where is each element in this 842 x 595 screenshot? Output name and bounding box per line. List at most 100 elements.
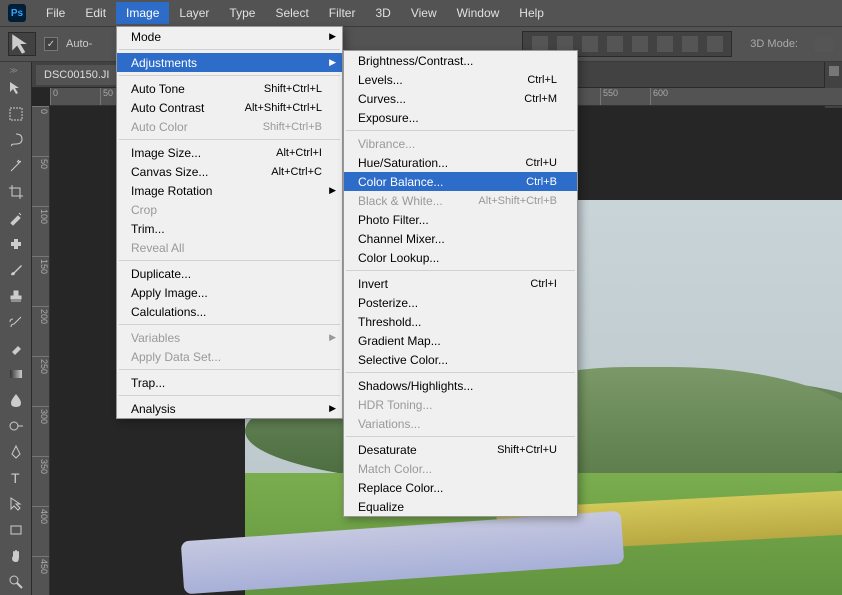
menu-item-label: Black & White... bbox=[358, 194, 443, 208]
menu-file[interactable]: File bbox=[36, 2, 75, 24]
menu-filter[interactable]: Filter bbox=[319, 2, 366, 24]
menu-3d[interactable]: 3D bbox=[365, 2, 400, 24]
align-center-v-icon[interactable] bbox=[632, 36, 648, 52]
svg-text:T: T bbox=[11, 470, 20, 486]
image-menu-item-calculations[interactable]: Calculations... bbox=[117, 302, 342, 321]
adjustments-menu-item-desaturate[interactable]: DesaturateShift+Ctrl+U bbox=[344, 440, 577, 459]
adjustments-menu-item-color-balance[interactable]: Color Balance...Ctrl+B bbox=[344, 172, 577, 191]
marquee-tool[interactable] bbox=[4, 102, 28, 126]
cloud-icon[interactable] bbox=[814, 36, 834, 52]
adjustments-menu-item-channel-mixer[interactable]: Channel Mixer... bbox=[344, 229, 577, 248]
menu-item-label: Trim... bbox=[131, 222, 165, 236]
adjustments-menu-item-match-color: Match Color... bbox=[344, 459, 577, 478]
menu-item-label: Match Color... bbox=[358, 462, 432, 476]
adjustments-menu-item-color-lookup[interactable]: Color Lookup... bbox=[344, 248, 577, 267]
menu-image[interactable]: Image bbox=[116, 2, 169, 24]
align-bottom-icon[interactable] bbox=[657, 36, 673, 52]
rectangle-tool[interactable] bbox=[4, 518, 28, 542]
adjustments-menu-item-brightness-contrast[interactable]: Brightness/Contrast... bbox=[344, 51, 577, 70]
image-menu-item-image-rotation[interactable]: Image Rotation ▶ bbox=[117, 181, 342, 200]
image-menu-item-trim[interactable]: Trim... bbox=[117, 219, 342, 238]
submenu-arrow-icon: ▶ bbox=[329, 185, 336, 196]
wand-tool[interactable] bbox=[4, 154, 28, 178]
image-menu-separator bbox=[119, 49, 340, 50]
path-select-tool[interactable] bbox=[4, 492, 28, 516]
menu-item-label: Canvas Size... bbox=[131, 165, 208, 179]
distribute-v-icon[interactable] bbox=[707, 36, 723, 52]
adjustments-menu-item-curves[interactable]: Curves...Ctrl+M bbox=[344, 89, 577, 108]
image-menu-item-image-size[interactable]: Image Size...Alt+Ctrl+I bbox=[117, 143, 342, 162]
menu-layer[interactable]: Layer bbox=[169, 2, 219, 24]
adjustments-menu-item-invert[interactable]: InvertCtrl+I bbox=[344, 274, 577, 293]
image-menu-item-reveal-all: Reveal All bbox=[117, 238, 342, 257]
dodge-tool[interactable] bbox=[4, 414, 28, 438]
image-menu-item-apply-image[interactable]: Apply Image... bbox=[117, 283, 342, 302]
image-menu-item-auto-tone[interactable]: Auto ToneShift+Ctrl+L bbox=[117, 79, 342, 98]
menu-item-label: Posterize... bbox=[358, 296, 418, 310]
adjustments-menu-item-levels[interactable]: Levels...Ctrl+L bbox=[344, 70, 577, 89]
menu-type[interactable]: Type bbox=[219, 2, 265, 24]
menu-edit[interactable]: Edit bbox=[75, 2, 116, 24]
pen-tool[interactable] bbox=[4, 440, 28, 464]
adjustments-menu-item-variations: Variations... bbox=[344, 414, 577, 433]
image-menu-item-canvas-size[interactable]: Canvas Size...Alt+Ctrl+C bbox=[117, 162, 342, 181]
adjustments-menu-item-shadows-highlights[interactable]: Shadows/Highlights... bbox=[344, 376, 577, 395]
adjustments-menu-separator bbox=[346, 130, 575, 131]
menu-item-shortcut: Shift+Ctrl+L bbox=[264, 83, 322, 95]
menu-item-label: Image Rotation bbox=[131, 184, 212, 198]
auto-select-checkbox[interactable]: ✓ bbox=[44, 37, 58, 51]
zoom-tool[interactable] bbox=[4, 570, 28, 594]
adjustments-menu-item-replace-color[interactable]: Replace Color... bbox=[344, 478, 577, 497]
menu-item-label: Curves... bbox=[358, 92, 406, 106]
brush-tool[interactable] bbox=[4, 258, 28, 282]
history-brush-tool[interactable] bbox=[4, 310, 28, 334]
adjustments-menu-item-posterize[interactable]: Posterize... bbox=[344, 293, 577, 312]
gradient-tool[interactable] bbox=[4, 362, 28, 386]
move-tool[interactable] bbox=[4, 76, 28, 100]
image-menu-item-mode[interactable]: Mode▶ bbox=[117, 27, 342, 46]
image-menu-item-analysis[interactable]: Analysis▶ bbox=[117, 399, 342, 418]
panel-flyout-icon[interactable] bbox=[829, 66, 839, 76]
adjustments-menu-item-equalize[interactable]: Equalize bbox=[344, 497, 577, 516]
distribute-h-icon[interactable] bbox=[682, 36, 698, 52]
image-menu-item-adjustments[interactable]: Adjustments▶ bbox=[117, 53, 342, 72]
app-logo: Ps bbox=[8, 4, 26, 22]
type-tool[interactable]: T bbox=[4, 466, 28, 490]
hand-tool[interactable] bbox=[4, 544, 28, 568]
adjustments-menu-item-threshold[interactable]: Threshold... bbox=[344, 312, 577, 331]
adjustments-menu-item-gradient-map[interactable]: Gradient Map... bbox=[344, 331, 577, 350]
align-top-icon[interactable] bbox=[607, 36, 623, 52]
heal-tool[interactable] bbox=[4, 232, 28, 256]
adjustments-menu-item-exposure[interactable]: Exposure... bbox=[344, 108, 577, 127]
image-menu-item-auto-contrast[interactable]: Auto ContrastAlt+Shift+Ctrl+L bbox=[117, 98, 342, 117]
adjustments-menu-separator bbox=[346, 270, 575, 271]
menu-item-label: Vibrance... bbox=[358, 137, 415, 151]
submenu-arrow-icon: ▶ bbox=[329, 332, 336, 343]
panel-collapse-icon[interactable]: ≫ bbox=[10, 66, 22, 74]
menu-view[interactable]: View bbox=[401, 2, 447, 24]
menu-select[interactable]: Select bbox=[265, 2, 318, 24]
adjustments-menu-item-vibrance: Vibrance... bbox=[344, 134, 577, 153]
stamp-tool[interactable] bbox=[4, 284, 28, 308]
adjustments-menu-item-selective-color[interactable]: Selective Color... bbox=[344, 350, 577, 369]
menu-item-label: Duplicate... bbox=[131, 267, 191, 281]
three-d-mode-label: 3D Mode: bbox=[750, 38, 798, 50]
menu-window[interactable]: Window bbox=[447, 2, 510, 24]
adjustments-menu-item-photo-filter[interactable]: Photo Filter... bbox=[344, 210, 577, 229]
adjustments-menu-item-hue-saturation[interactable]: Hue/Saturation...Ctrl+U bbox=[344, 153, 577, 172]
menu-item-shortcut: Ctrl+L bbox=[527, 74, 557, 86]
blur-tool[interactable] bbox=[4, 388, 28, 412]
menu-help[interactable]: Help bbox=[509, 2, 554, 24]
image-menu-item-trap[interactable]: Trap... bbox=[117, 373, 342, 392]
eyedropper-tool[interactable] bbox=[4, 206, 28, 230]
crop-tool[interactable] bbox=[4, 180, 28, 204]
menu-item-label: Mode bbox=[131, 30, 161, 44]
active-tool-indicator[interactable] bbox=[8, 32, 36, 56]
lasso-tool[interactable] bbox=[4, 128, 28, 152]
eraser-tool[interactable] bbox=[4, 336, 28, 360]
document-tab[interactable]: DSC00150.JI bbox=[36, 65, 117, 85]
ruler-v-tick: 100 bbox=[32, 206, 49, 256]
tools-panel: ≫ T bbox=[0, 62, 32, 595]
image-menu-item-duplicate[interactable]: Duplicate... bbox=[117, 264, 342, 283]
align-right-icon[interactable] bbox=[582, 36, 598, 52]
